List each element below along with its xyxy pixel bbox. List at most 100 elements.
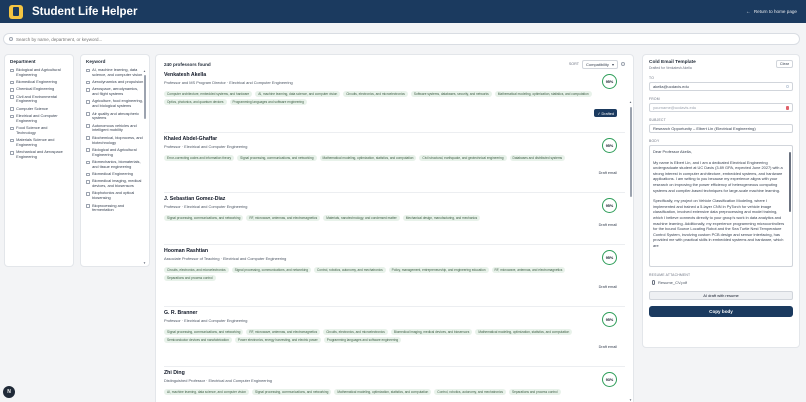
research-tag[interactable]: Signal processing, communications, and n… [164,328,244,335]
resume-attachment[interactable]: Resume_CV.pdf [649,280,793,285]
research-tag[interactable]: AI, machine learning, data science, and … [164,388,250,395]
user-avatar[interactable]: N [3,386,15,398]
checkbox[interactable] [10,138,14,143]
keyword-filter-item[interactable]: Air quality and atmospheric systems [86,111,144,122]
keyword-scrollbar[interactable]: ▲ ▼ [143,69,146,265]
research-tag[interactable]: Separations and process control [508,388,561,395]
scroll-up-icon[interactable]: ▲ [629,100,632,104]
department-filter-item[interactable]: Electrical and Computer Engineering [10,113,68,124]
checkbox[interactable] [86,204,90,208]
research-tag[interactable]: Biomedical imaging, medical devices, and… [390,328,473,335]
research-tag[interactable]: Circuits, electronics, and microelectron… [343,90,408,97]
research-tag[interactable]: Semiconductor devices and nanofabricatio… [164,336,232,343]
research-tag[interactable]: Circuits, electronics, and microelectron… [323,328,388,335]
research-tag[interactable]: Policy, management, entrepreneurship, an… [388,266,489,273]
research-tag[interactable]: Error-correcting codes and information t… [164,154,235,161]
department-filter-item[interactable]: Civil and Environmental Engineering [10,94,68,105]
checkbox[interactable] [86,100,90,104]
research-tag[interactable]: Mathematical modeling, optimization, sta… [475,328,573,335]
research-tag[interactable]: Power electronics, energy harvesting, an… [234,336,321,343]
scroll-down-icon[interactable]: ▼ [629,398,632,402]
research-tag[interactable]: Computer architecture, embedded systems,… [164,90,253,97]
checkbox[interactable] [86,192,90,196]
results-scroll-thumb[interactable] [630,107,632,197]
research-tag[interactable]: Signal processing, communications, and n… [237,154,317,161]
keyword-filter-item[interactable]: Aerodynamics and propulsion [86,79,144,85]
keyword-filter-item[interactable]: Agriculture, food engineering, and biolo… [86,99,144,109]
research-tag[interactable]: Circuits, electronics, and microelectron… [164,266,229,273]
keyword-filter-item[interactable]: Biomedical Engineering [86,171,144,177]
return-home-link[interactable]: ← Return to home page [746,9,797,15]
research-tag[interactable]: Mechanical design, manufacturing, and me… [402,214,481,221]
research-tag[interactable]: Mathematical modeling, optimization, sta… [319,154,417,161]
body-scroll-thumb[interactable] [789,152,791,212]
draft-email-button[interactable]: Draft email [599,223,617,227]
sort-select[interactable]: Compatibility ▾ [582,59,618,69]
clear-button[interactable]: Clear [775,60,793,68]
search-bar[interactable] [3,33,800,45]
draft-email-button[interactable]: Draft email [599,285,617,289]
body-textarea[interactable]: Dear Professor Akella, My name is Elbert… [649,145,793,267]
checkbox[interactable] [10,87,14,92]
password-manager-icon[interactable] [786,105,789,110]
department-filter-item[interactable]: Food Science and Technology [10,125,68,136]
subject-field[interactable]: Research Opportunity – Elbert Lin (Elect… [649,124,793,133]
scroll-down-icon[interactable]: ▼ [143,261,146,265]
scroll-up-icon[interactable]: ▲ [143,69,146,73]
professor-card[interactable]: J. Sebastian Gomez-Diaz Professor · Elect… [164,193,625,245]
checkbox[interactable] [10,150,14,155]
checkbox[interactable] [86,80,90,85]
keyword-filter-item[interactable]: Biological and Agricultural Engineering [86,147,144,158]
keyword-filter-item[interactable]: Biomedical imaging, medical devices, and… [86,179,144,189]
keyword-filter-item[interactable]: Biochemical, bioprocess, and biotechnolo… [86,135,144,146]
professor-card[interactable]: Hooman Rashtian Associate Professor of Te… [164,245,625,307]
search-input[interactable] [16,36,316,42]
keyword-filter-item[interactable]: Biophotonics and optical biosensing [86,191,144,201]
ai-draft-button[interactable]: AI draft with resume [649,291,793,300]
research-tag[interactable]: RF, microwave, antennas, and electromagn… [491,266,566,273]
research-tag[interactable]: Mathematical modeling, optimization, sta… [334,388,432,395]
checkbox[interactable] [10,126,14,131]
research-tag[interactable]: Mathematical modeling, optimization, sta… [494,90,592,97]
draft-email-button[interactable]: Draft email [599,171,617,175]
research-tag[interactable]: Separations and process control [164,274,216,281]
research-tag[interactable]: Signal processing, communications, and n… [231,266,311,273]
info-icon[interactable] [621,62,625,66]
copy-body-button[interactable]: Copy body [649,306,793,317]
checkbox[interactable] [86,160,90,165]
research-tag[interactable]: Optics, photonics, and quantum devices [164,98,227,105]
research-tag[interactable]: Control, robotics, autonomy, and mechatr… [434,388,506,395]
professor-card[interactable]: Venkatesh Akella Professor and MS Program… [164,69,625,133]
checkbox[interactable] [86,124,90,128]
checkbox[interactable] [86,179,90,184]
keyword-filter-item[interactable]: Bioprocessing and fermentation [86,203,144,214]
professor-card[interactable]: Zhi Ding Distinguished Professor · Electr… [164,367,625,402]
draft-email-button[interactable]: Draft email [599,345,617,349]
research-tag[interactable]: Databases and distributed systems [509,154,566,161]
research-tag[interactable]: AI, machine learning, data science, and … [255,90,341,97]
research-tag[interactable]: Programming languages and software engin… [323,336,402,343]
department-filter-item[interactable]: Mechanical and Aerospace Engineering [10,150,68,160]
keyword-scroll-thumb[interactable] [144,75,146,119]
checkbox[interactable] [86,112,90,116]
keyword-filter-item[interactable]: Autonomous vehicles and intelligent mobi… [86,123,144,134]
checkbox[interactable] [86,148,90,153]
research-tag[interactable]: Civil structural, earthquake, and geotec… [419,154,507,161]
department-filter-item[interactable]: Biomedical Engineering [10,79,68,85]
research-tag[interactable]: Signal processing, communications, and n… [164,214,244,221]
checkbox[interactable] [86,68,90,73]
department-filter-item[interactable]: Materials Science and Engineering [10,137,68,148]
drafted-badge[interactable]: ✓ Drafted [594,109,617,117]
department-filter-item[interactable]: Chemical Engineering [10,87,68,92]
checkbox[interactable] [10,114,14,119]
professor-card[interactable]: Khaled Abdel-Ghaffar Professor · Electric… [164,133,625,193]
research-tag[interactable]: Programming languages and software engin… [229,98,307,105]
checkbox[interactable] [10,107,14,111]
checkbox[interactable] [86,136,90,140]
to-field[interactable]: akella@ucdavis.edu [649,82,793,91]
research-tag[interactable]: Signal processing, communications, and n… [252,388,332,395]
results-scrollbar[interactable]: ▲ ▼ [629,100,632,402]
checkbox[interactable] [86,172,90,177]
research-tag[interactable]: Materials, nanotechnology, and condensed… [323,214,400,221]
from-field[interactable]: yourname@ucdavis.edu [649,103,793,112]
